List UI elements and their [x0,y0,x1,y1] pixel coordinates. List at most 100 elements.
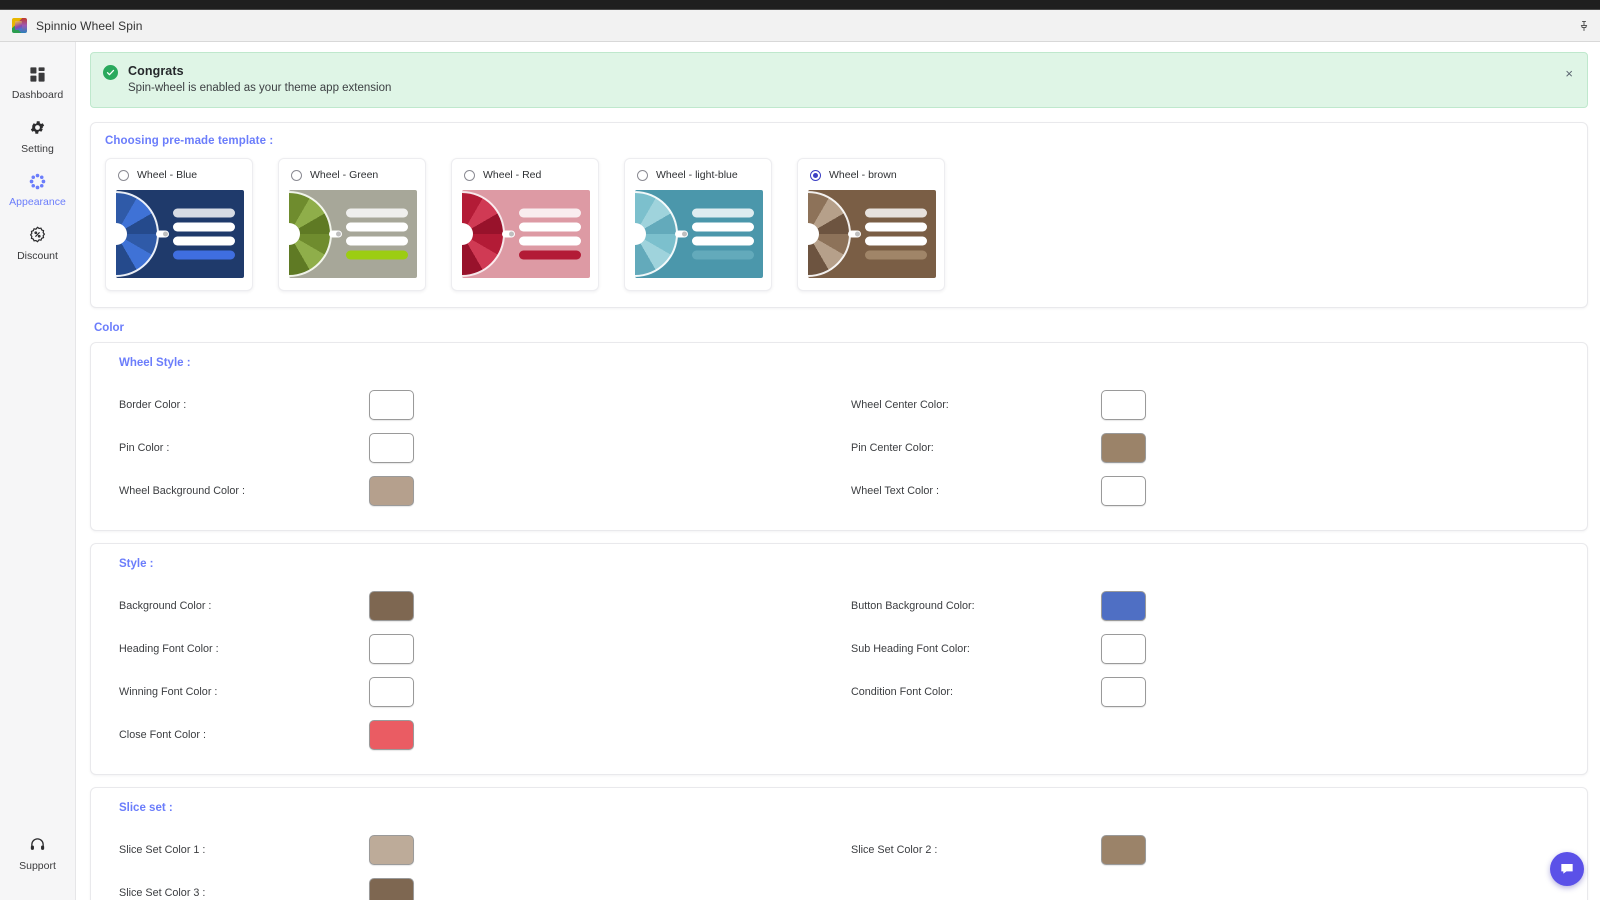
app-logo-icon [12,18,27,33]
color-swatch[interactable] [1101,475,1146,506]
preview-bar [346,250,408,260]
banner-title: Congrats [128,64,184,78]
color-group-card: Slice set : Slice Set Color 1 : Slice Set … [90,787,1588,900]
sidebar-item-appearance[interactable]: Appearance [0,161,75,215]
color-swatch[interactable] [369,877,414,900]
color-field-label: Button Background Color: [851,599,975,612]
color-swatch[interactable] [369,475,414,506]
app-title: Spinnio Wheel Spin [36,18,143,33]
color-swatch[interactable] [369,834,414,865]
wheel-preview-image [808,190,936,278]
preview-bar [519,208,581,218]
wheel-preview-image [116,190,244,278]
color-field-label: Pin Color : [119,441,170,454]
preview-bar [173,208,235,218]
color-swatch[interactable] [1101,432,1146,463]
wheel-graphic [808,191,851,277]
window-top-strip [0,0,1600,10]
preview-bar [346,208,408,218]
color-row: Pin Color : [107,426,839,469]
preview-bar [346,236,408,246]
preview-bar [865,250,927,260]
color-group-card: Wheel Style : Border Color : Wheel Center … [90,342,1588,531]
color-swatch[interactable] [369,432,414,463]
color-field-label: Heading Font Color : [119,642,219,655]
wheel-graphic [116,191,159,277]
preview-bar [346,222,408,232]
template-name: Wheel - Green [310,169,379,181]
color-group-heading: Slice set : [119,802,173,814]
sidebar-item-support[interactable]: Support [0,825,75,879]
template-radio[interactable] [810,169,821,181]
wheel-pin-graphic [502,230,515,238]
preview-bar [173,222,235,232]
preview-bar [519,236,581,246]
color-swatch[interactable] [1101,834,1146,865]
color-field-label: Slice Set Color 1 : [119,843,206,856]
pin-icon[interactable] [1574,16,1594,36]
color-swatch[interactable] [369,676,414,707]
color-swatch[interactable] [1101,676,1146,707]
color-field-label: Wheel Background Color : [119,484,246,497]
template-card[interactable]: Wheel - brown [797,158,945,291]
wheel-pin-graphic [675,230,688,238]
color-grid: Border Color : Wheel Center Color: Pin Col… [107,383,1571,512]
window-body: Dashboard Setting Appearance Discount Su… [0,42,1600,900]
template-radio[interactable] [464,169,475,181]
color-group-card: Style : Background Color : Button Backgrou… [90,543,1588,775]
wheel-pin-graphic [848,230,861,238]
template-radio[interactable] [291,169,302,181]
chat-bubble-icon[interactable] [1550,852,1584,886]
template-card-header: Wheel - Blue [116,169,242,181]
wheel-preview-image [289,190,417,278]
color-row: Pin Center Color: [839,426,1571,469]
color-field-label: Wheel Text Color : [851,484,940,497]
template-radio[interactable] [118,169,129,181]
template-section-heading: Choosing pre-made template : [105,135,274,147]
color-swatch[interactable] [1101,633,1146,664]
sidebar-item-setting[interactable]: Setting [0,108,75,162]
preview-bar [173,250,235,260]
preview-bar [692,250,754,260]
preview-bar [865,222,927,232]
color-row: Wheel Center Color: [839,383,1571,426]
template-card[interactable]: Wheel - light-blue [624,158,772,291]
template-card[interactable]: Wheel - Blue [105,158,253,291]
success-banner: Congrats Spin-wheel is enabled as your t… [90,52,1588,108]
preview-bars [346,208,408,260]
wheel-pin-graphic [156,230,169,238]
template-radio[interactable] [637,169,648,181]
template-list: Wheel - Blue Wheel - Green Wheel - Red Whee… [105,158,1573,291]
color-row: Close Font Color : [107,713,839,756]
color-field-label: Slice Set Color 3 : [119,886,206,899]
sidebar-item-label: Appearance [9,196,66,208]
template-card[interactable]: Wheel - Red [451,158,599,291]
color-row: Background Color : [107,584,839,627]
close-icon[interactable]: × [1561,65,1577,82]
color-swatch[interactable] [1101,389,1146,420]
template-card-header: Wheel - Red [462,169,588,181]
color-row: Wheel Background Color : [107,469,839,512]
preview-bar [519,222,581,232]
color-grid: Background Color : Button Background Colo… [107,584,1571,756]
sidebar-item-dashboard[interactable]: Dashboard [0,54,75,108]
preview-bars [519,208,581,260]
discount-icon [29,224,46,246]
color-swatch[interactable] [369,633,414,664]
template-card[interactable]: Wheel - Green [278,158,426,291]
sidebar-item-label: Setting [21,142,54,155]
sidebar-item-discount[interactable]: Discount [0,215,75,269]
color-grid: Slice Set Color 1 : Slice Set Color 2 : Sl… [107,828,1571,900]
preview-bar [173,236,235,246]
color-swatch[interactable] [369,389,414,420]
color-swatch[interactable] [1101,590,1146,621]
headset-icon [29,834,46,856]
color-swatch[interactable] [369,719,414,750]
color-row [839,713,1571,756]
preview-bar [865,208,927,218]
wheel-preview-image [635,190,763,278]
color-swatch[interactable] [369,590,414,621]
template-card-header: Wheel - light-blue [635,169,761,181]
appearance-icon [29,170,46,192]
template-card-header: Wheel - brown [808,169,934,181]
